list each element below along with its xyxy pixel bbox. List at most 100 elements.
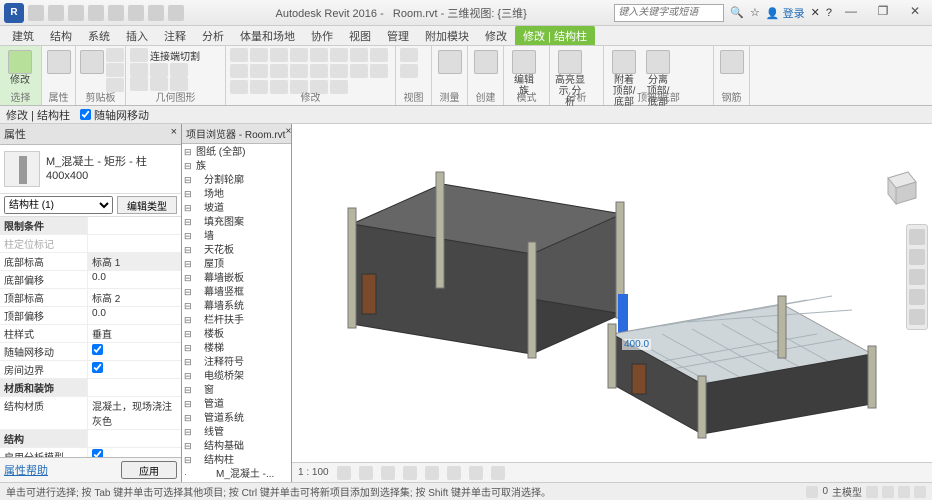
viewport[interactable]: 400.0 1 : 100 [292,124,932,482]
reveal-icon[interactable] [491,466,505,480]
tree-node[interactable]: 管道 [184,398,291,412]
modify-button[interactable]: 修改 [4,48,36,86]
tree-node[interactable]: 分割轮廓 [184,174,291,188]
m11-icon[interactable] [270,64,288,78]
browser-tree[interactable]: 图纸 (全部)族分割轮廓场地坡道填充图案墙天花板屋顶幕墙嵌板幕墙竖框幕墙系统栏杆… [182,144,291,482]
cope-icon[interactable] [130,48,148,62]
m8-icon[interactable] [370,48,388,62]
tree-node[interactable]: 屋顶 [184,258,291,272]
cut-icon[interactable] [106,48,124,62]
visual-icon[interactable] [359,466,373,480]
m7-icon[interactable] [350,48,368,62]
tree-node[interactable]: 坡道 [184,202,291,216]
tree-node[interactable]: 幕墙嵌板 [184,272,291,286]
type-selector[interactable]: M_混凝土 - 矩形 - 柱400x400 [46,155,147,184]
room-check[interactable] [92,362,103,373]
browser-close-icon[interactable]: × [285,126,291,141]
g1-icon[interactable] [170,63,188,77]
grid-check[interactable] [92,344,103,355]
pan-icon[interactable] [909,249,925,265]
props-close-icon[interactable]: × [171,126,177,142]
max-button[interactable]: ❐ [870,4,896,22]
props-grid[interactable]: 限制条件 柱定位标记 底部标高标高 1 底部偏移0.0 顶部标高标高 2 顶部偏… [0,217,181,457]
tree-node[interactable]: 楼梯 [184,342,291,356]
infocenter-icon[interactable]: 🔍 [730,6,744,19]
tab-collab[interactable]: 协作 [303,26,341,45]
shadow-icon[interactable] [403,466,417,480]
v2-icon[interactable] [400,64,418,78]
orbit-icon[interactable] [909,289,925,305]
sb-i4[interactable] [898,486,910,498]
paste-button[interactable] [80,48,104,74]
tab-context[interactable]: 修改 | 结构柱 [515,26,595,45]
tree-node[interactable]: 天花板 [184,244,291,258]
tree-node[interactable]: 族 [184,160,291,174]
scale-label[interactable]: 1 : 100 [298,467,329,478]
tree-node[interactable]: 幕墙竖框 [184,286,291,300]
cut2-icon[interactable] [130,63,148,77]
min-button[interactable]: — [838,4,864,22]
sign-in-link[interactable]: 👤 登录 [766,5,805,21]
tree-node[interactable]: 窗 [184,384,291,398]
tree-node[interactable]: 结构柱 [184,454,291,468]
search-input[interactable] [614,4,724,22]
reinf-button[interactable] [718,48,745,74]
sb-i2[interactable] [866,486,878,498]
tab-massing[interactable]: 体量和场地 [232,26,303,45]
sb-i3[interactable] [882,486,894,498]
tree-node[interactable]: 栏杆扶手 [184,314,291,328]
join-icon[interactable] [150,63,168,77]
m14-icon[interactable] [330,64,348,78]
tab-modify[interactable]: 修改 [477,26,515,45]
crop2-icon[interactable] [447,466,461,480]
close-button[interactable]: ✕ [902,4,928,22]
tree-node[interactable]: 管道系统 [184,412,291,426]
edit-type-button[interactable]: 编辑类型 [117,196,177,214]
app-menu-button[interactable]: R [4,3,24,23]
tab-arch[interactable]: 建筑 [4,26,42,45]
m13-icon[interactable] [310,64,328,78]
star-icon[interactable]: ☆ [750,6,760,19]
tab-manage[interactable]: 管理 [379,26,417,45]
props-help-link[interactable]: 属性帮助 [4,462,48,478]
tab-analyze[interactable]: 分析 [194,26,232,45]
qat-save-icon[interactable] [48,5,64,21]
tab-struct[interactable]: 结构 [42,26,80,45]
exchange-icon[interactable]: ✕ [811,6,820,19]
m10-icon[interactable] [250,64,268,78]
qat-more2-icon[interactable] [148,5,164,21]
tab-system[interactable]: 系统 [80,26,118,45]
tab-view[interactable]: 视图 [341,26,379,45]
instance-select[interactable]: 结构柱 (1) [4,196,113,214]
m16-icon[interactable] [370,64,388,78]
m9-icon[interactable] [230,64,248,78]
help-icon[interactable]: ? [826,7,832,19]
detail-icon[interactable] [337,466,351,480]
type-thumb[interactable] [4,151,40,187]
tab-addins[interactable]: 附加模块 [417,26,477,45]
m2-icon[interactable] [250,48,268,62]
create-button[interactable] [472,48,499,74]
qat-more-icon[interactable] [128,5,144,21]
model-label[interactable]: 主模型 [832,484,862,499]
m6-icon[interactable] [330,48,348,62]
tree-node[interactable]: 场地 [184,188,291,202]
tab-annotate[interactable]: 注释 [156,26,194,45]
tree-node[interactable]: M_混凝土 -... [184,468,291,482]
tree-node[interactable]: 楼板 [184,328,291,342]
sb-i1[interactable] [806,486,818,498]
zoom-icon[interactable] [909,269,925,285]
m3-icon[interactable] [270,48,288,62]
tree-node[interactable]: 墙 [184,230,291,244]
qat-undo-icon[interactable] [68,5,84,21]
tree-node[interactable]: 注释符号 [184,356,291,370]
hide-icon[interactable] [469,466,483,480]
crop-icon[interactable] [425,466,439,480]
analytic-check[interactable] [92,449,103,457]
qat-print-icon[interactable] [108,5,124,21]
qat-open-icon[interactable] [28,5,44,21]
tree-node[interactable]: 线管 [184,426,291,440]
sb-i5[interactable] [914,486,926,498]
apply-button[interactable]: 应用 [121,461,177,479]
tree-node[interactable]: 图纸 (全部) [184,146,291,160]
